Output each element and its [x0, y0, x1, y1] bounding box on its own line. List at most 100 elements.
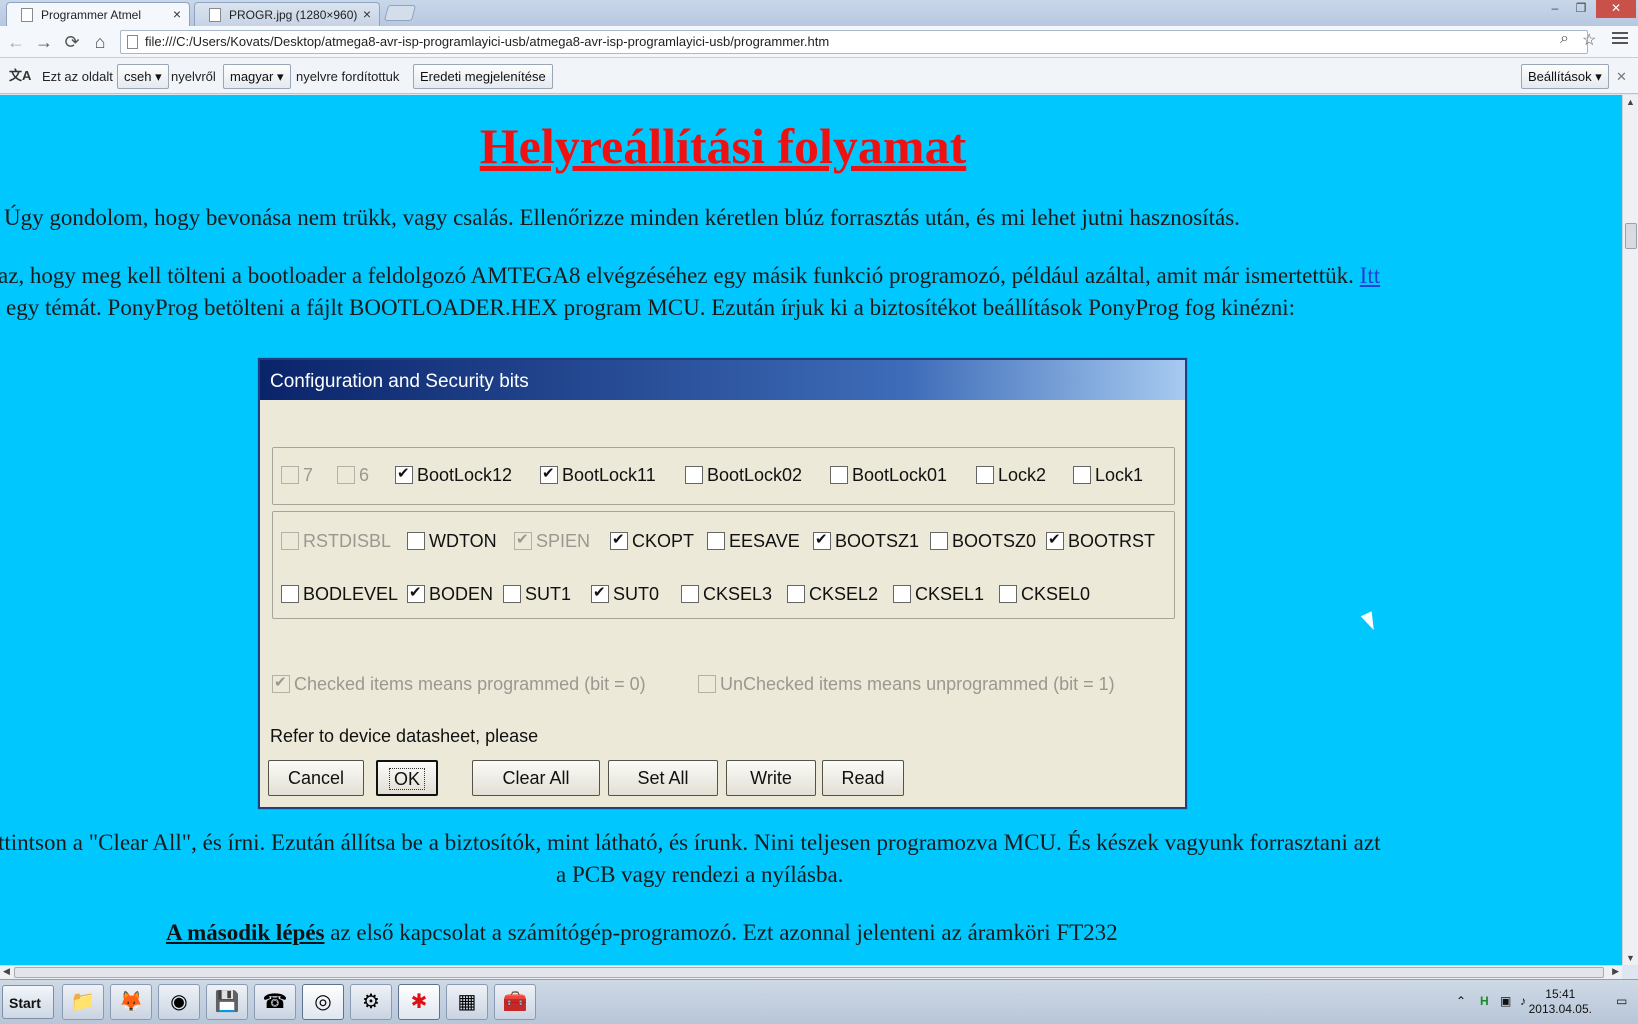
page-icon: [209, 8, 221, 22]
write-button[interactable]: Write: [726, 760, 816, 796]
restore-button[interactable]: ❐: [1568, 0, 1594, 18]
tab-progr-jpg[interactable]: PROGR.jpg (1280×960) ×: [194, 2, 380, 26]
page-content: Helyreállítási folyamat Úgy gondolom, ho…: [0, 95, 1622, 965]
checkbox-bit-7: 7: [281, 465, 313, 485]
minimize-button[interactable]: –: [1542, 0, 1568, 18]
thunderbird-taskbar-icon[interactable]: ☎: [254, 984, 296, 1020]
explorer-taskbar-icon[interactable]: 📁: [62, 984, 104, 1020]
ponyprog-taskbar-icon[interactable]: ✱: [398, 984, 440, 1020]
checkbox-bootlock11[interactable]: BootLock11: [540, 464, 656, 485]
toolbox-taskbar-icon[interactable]: 🧰: [494, 984, 536, 1020]
scroll-down-icon[interactable]: ▼: [1626, 953, 1635, 963]
checkbox-cksel3[interactable]: CKSEL3: [681, 584, 772, 604]
tab-programmer-atmel[interactable]: Programmer Atmel ×: [6, 2, 190, 26]
checkbox-sut0[interactable]: SUT0: [591, 583, 659, 604]
checkbox-bootlock02[interactable]: BootLock02: [685, 465, 802, 485]
taskbar: Start 📁 🦊 ◉ 💾 ☎ ◎ ⚙ ✱ ▦ 🧰 ⌃ H ▣ ♪ 15:41 …: [0, 979, 1638, 1024]
paragraph-1: Úgy gondolom, hogy bevonása nem trükk, v…: [4, 205, 1240, 230]
monitor-taskbar-icon[interactable]: ▦: [446, 984, 488, 1020]
translate-prefix: Ezt az oldalt: [42, 69, 113, 84]
dialog-note: Refer to device datasheet, please: [270, 726, 539, 746]
new-tab-button[interactable]: [383, 5, 417, 21]
firefox-taskbar-icon[interactable]: 🦊: [110, 984, 152, 1020]
home-button[interactable]: ⌂: [88, 30, 112, 54]
system-tray: ⌃ H ▣ ♪ 15:41 2013.04.05. ▭: [1450, 984, 1636, 1020]
save-taskbar-icon[interactable]: 💾: [206, 984, 248, 1020]
scroll-up-icon[interactable]: ▲: [1626, 97, 1635, 107]
clock[interactable]: 15:41 2013.04.05.: [1529, 987, 1592, 1017]
checkbox-bootlock12[interactable]: BootLock12: [395, 464, 512, 485]
checkbox-ckopt[interactable]: CKOPT: [610, 530, 694, 551]
checkbox-bit-6: 6: [337, 465, 369, 485]
paragraph-4-text: az első kapcsolat a számítógép-programoz…: [330, 920, 1118, 945]
checkbox-lock2[interactable]: Lock2: [976, 465, 1046, 485]
checkbox-bootsz0[interactable]: BOOTSZ0: [930, 531, 1036, 551]
forward-button[interactable]: →: [32, 30, 56, 54]
read-button[interactable]: Read: [822, 760, 904, 796]
legend-checked: Checked items means programmed (bit = 0): [272, 673, 646, 694]
app-taskbar-icon[interactable]: ◉: [158, 984, 200, 1020]
zoom-icon[interactable]: ⌕: [1560, 30, 1569, 48]
horizontal-scroll-thumb[interactable]: [14, 967, 1604, 978]
horizontal-scrollbar[interactable]: ◀ ▶: [0, 965, 1622, 979]
scroll-left-icon[interactable]: ◀: [3, 966, 10, 977]
fuse-bits-group: RSTDISBL WDTON SPIEN CKOPT EESAVE BOOTSZ…: [272, 511, 1175, 619]
checkbox-boden[interactable]: BODEN: [407, 583, 493, 604]
vertical-scrollbar[interactable]: ▲ ▼: [1622, 95, 1638, 965]
checkbox-sut1[interactable]: SUT1: [503, 584, 571, 604]
translate-close-icon[interactable]: ✕: [1616, 69, 1627, 85]
checkbox-cksel1[interactable]: CKSEL1: [893, 584, 984, 604]
ok-button[interactable]: OK: [376, 760, 438, 796]
clock-time: 15:41: [1545, 987, 1576, 1001]
back-button[interactable]: ←: [4, 30, 28, 54]
tray-expand-icon[interactable]: ⌃: [1456, 994, 1470, 1008]
scroll-right-icon[interactable]: ▶: [1612, 966, 1619, 977]
checkbox-bootsz1[interactable]: BOOTSZ1: [813, 530, 919, 551]
cancel-button[interactable]: Cancel: [268, 760, 364, 796]
page-title: Helyreállítási folyamat: [479, 118, 967, 174]
tray-app-icon[interactable]: H: [1480, 994, 1494, 1008]
second-step-heading: A második lépés: [166, 920, 325, 945]
ok-label: OK: [388, 768, 425, 790]
paragraph-3-line-2: a PCB vagy rendezi a nyílásba.: [556, 862, 844, 887]
target-language-select[interactable]: magyar ▾: [223, 64, 291, 89]
tool-taskbar-icon[interactable]: ⚙: [350, 984, 392, 1020]
chrome-taskbar-icon[interactable]: ◎: [302, 984, 344, 1020]
itt-link[interactable]: Itt: [1360, 263, 1380, 288]
page-icon: [21, 8, 33, 22]
checkbox-wdton[interactable]: WDTON: [407, 531, 497, 551]
config-security-bits-image: Configuration and Security bits 7 6 Boot…: [258, 358, 1187, 809]
checkbox-cksel2[interactable]: CKSEL2: [787, 584, 878, 604]
checkbox-lock1[interactable]: Lock1: [1073, 465, 1143, 485]
close-window-button[interactable]: ✕: [1596, 0, 1636, 18]
set-all-button[interactable]: Set All: [608, 760, 718, 796]
paragraph-2-line-1: az, hogy meg kell tölteni a bootloader a…: [0, 260, 1380, 292]
translate-settings-button[interactable]: Beállítások ▾: [1521, 64, 1609, 89]
translate-infobar: 文A Ezt az oldalt cseh ▾ nyelvről magyar …: [0, 58, 1638, 94]
source-language-select[interactable]: cseh ▾: [117, 64, 169, 89]
tab-close-icon[interactable]: ×: [363, 6, 371, 22]
clock-date: 2013.04.05.: [1528, 1002, 1592, 1016]
vertical-scroll-thumb[interactable]: [1625, 223, 1637, 249]
paragraph-2-text: az, hogy meg kell tölteni a bootloader a…: [0, 263, 1354, 288]
checkbox-eesave[interactable]: EESAVE: [707, 531, 800, 551]
checkbox-bodlevel[interactable]: BODLEVEL: [281, 584, 398, 604]
paragraph-4: A második lépés az első kapcsolat a szám…: [166, 917, 1118, 949]
tray-network-icon[interactable]: ▣: [1500, 994, 1514, 1008]
bookmark-star-icon[interactable]: ☆: [1582, 30, 1596, 50]
tab-close-icon[interactable]: ×: [173, 6, 181, 22]
checkbox-cksel0[interactable]: CKSEL0: [999, 584, 1090, 604]
legend-unchecked: UnChecked items means unprogrammed (bit …: [698, 674, 1115, 694]
chrome-menu-icon[interactable]: [1612, 32, 1628, 47]
clear-all-button[interactable]: Clear All: [472, 760, 600, 796]
checkbox-bootrst[interactable]: BOOTRST: [1046, 530, 1155, 551]
lock-bits-group: 7 6 BootLock12 BootLock11 BootLock02 Boo…: [272, 447, 1175, 505]
start-button[interactable]: Start: [2, 985, 54, 1019]
translate-suffix: nyelvre fordítottuk: [296, 69, 400, 84]
show-original-button[interactable]: Eredeti megjelenítése: [413, 64, 553, 89]
checkbox-bootlock01[interactable]: BootLock01: [830, 465, 947, 485]
address-bar[interactable]: file:///C:/Users/Kovats/Desktop/atmega8-…: [120, 30, 1588, 54]
reload-button[interactable]: ⟳: [60, 30, 84, 54]
tab-label: PROGR.jpg (1280×960): [229, 8, 358, 22]
show-desktop-icon[interactable]: ▭: [1616, 994, 1630, 1008]
